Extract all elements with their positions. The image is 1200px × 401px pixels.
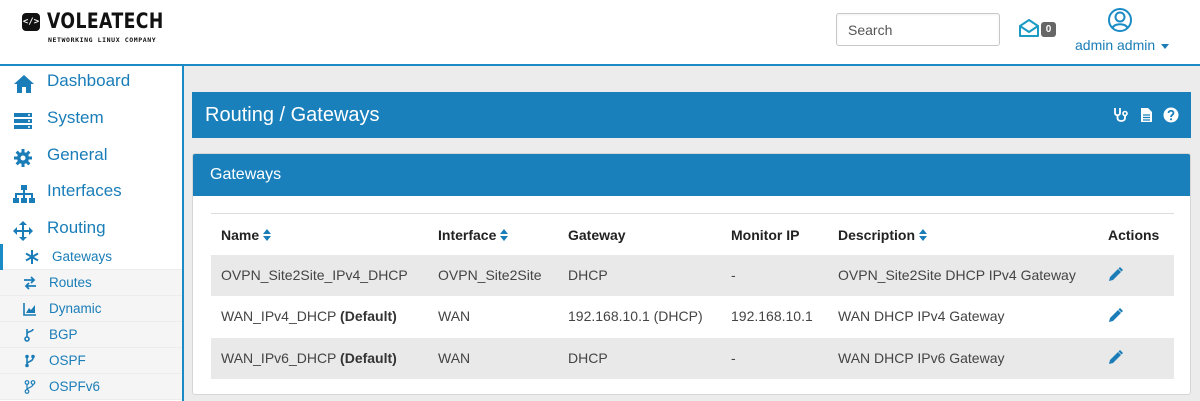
top-bar: </> VOLEATECH NETWORKING LINUX COMPANY 0… bbox=[0, 0, 1200, 66]
default-tag: (Default) bbox=[340, 308, 397, 324]
pencil-icon[interactable] bbox=[1108, 308, 1123, 323]
pencil-icon[interactable] bbox=[1108, 267, 1123, 282]
column-header-actions: Actions bbox=[1108, 227, 1160, 243]
sidebar-subitem-label: Routes bbox=[49, 275, 92, 290]
cell-gateway: 192.168.10.1 (DHCP) bbox=[568, 308, 703, 324]
sidebar-item-label: Interfaces bbox=[47, 181, 122, 200]
home-icon bbox=[14, 75, 34, 93]
user-avatar-icon[interactable] bbox=[1108, 8, 1132, 32]
page-header-actions bbox=[1107, 107, 1179, 123]
sidebar-item-label: Dashboard bbox=[47, 71, 131, 90]
column-header-interface[interactable]: Interface bbox=[438, 227, 509, 243]
asterisk-icon bbox=[25, 250, 39, 264]
sort-icon bbox=[500, 229, 509, 241]
sidebar-item-general[interactable]: General bbox=[0, 140, 182, 176]
cell-interface: WAN bbox=[438, 350, 471, 366]
cell-gateway: DHCP bbox=[568, 267, 608, 283]
sidebar-subitem-ospfv6[interactable]: OSPFv6 bbox=[0, 374, 182, 400]
cell-description: WAN DHCP IPv4 Gateway bbox=[838, 308, 1005, 324]
cell-monitor-ip: - bbox=[731, 267, 736, 283]
search-input[interactable] bbox=[836, 13, 1000, 46]
sidebar-item-system[interactable]: System bbox=[0, 103, 182, 139]
logo-title: VOLEATECH bbox=[47, 9, 164, 33]
sidebar-subitem-routes[interactable]: Routes bbox=[0, 270, 182, 296]
column-header-name[interactable]: Name bbox=[221, 227, 272, 243]
sidebar-subitem-dynamic[interactable]: Dynamic bbox=[0, 296, 182, 322]
cell-name: WAN_IPv4_DHCP (Default) bbox=[221, 308, 397, 324]
sidebar-subitem-gateways[interactable]: Gateways bbox=[0, 244, 182, 270]
column-header-monitor-ip: Monitor IP bbox=[731, 227, 800, 243]
sort-icon bbox=[263, 229, 272, 241]
cell-interface: OVPN_Site2Site bbox=[438, 267, 542, 283]
help-icon[interactable] bbox=[1163, 107, 1179, 123]
pencil-icon[interactable] bbox=[1108, 350, 1123, 365]
logo[interactable]: </> VOLEATECH NETWORKING LINUX COMPANY bbox=[20, 9, 170, 47]
sidebar-subitem-bgp[interactable]: BGP bbox=[0, 322, 182, 348]
sidebar-item-label: General bbox=[47, 145, 108, 164]
cell-interface: WAN bbox=[438, 308, 471, 324]
notification-badge: 0 bbox=[1041, 22, 1056, 37]
cell-description: WAN DHCP IPv6 Gateway bbox=[838, 350, 1005, 366]
envelope-open-icon[interactable] bbox=[1018, 18, 1040, 38]
area-chart-icon bbox=[23, 303, 36, 316]
table-header: Name Interface Gateway Monitor IP Descri… bbox=[211, 214, 1174, 255]
cell-name: OVPN_Site2Site_IPv4_DHCP bbox=[221, 267, 408, 283]
gateways-panel: Gateways Name Interface Gateway Monitor … bbox=[192, 153, 1191, 395]
sidebar-subitem-label: OSPFv6 bbox=[49, 379, 101, 394]
sidebar-item-dashboard[interactable]: Dashboard bbox=[0, 66, 182, 102]
default-tag: (Default) bbox=[340, 350, 397, 366]
page-header: Routing / Gateways bbox=[192, 92, 1191, 138]
sidebar-subitem-label: Dynamic bbox=[49, 301, 102, 316]
sidebar-item-label: System bbox=[47, 108, 104, 127]
panel-title: Gateways bbox=[210, 166, 282, 183]
sidebar-subitem-label: OSPF bbox=[49, 353, 86, 368]
table-row: OVPN_Site2Site_IPv4_DHCP OVPN_Site2Site … bbox=[211, 255, 1174, 296]
column-header-description[interactable]: Description bbox=[838, 227, 928, 243]
stethoscope-icon[interactable] bbox=[1113, 107, 1129, 123]
sidebar: Dashboard System General Interfaces Rout… bbox=[0, 66, 184, 401]
arrows-move-icon bbox=[13, 221, 33, 241]
column-label: Description bbox=[838, 227, 916, 243]
gateways-table: Name Interface Gateway Monitor IP Descri… bbox=[211, 213, 1174, 379]
table-row: WAN_IPv6_DHCP (Default) WAN DHCP - WAN D… bbox=[211, 338, 1174, 379]
bgp-branch-icon bbox=[24, 328, 34, 342]
gateway-name: WAN_IPv4_DHCP bbox=[221, 308, 341, 324]
gateway-name: OVPN_Site2Site_IPv4_DHCP bbox=[221, 267, 408, 283]
column-label: Name bbox=[221, 227, 260, 243]
gateway-name: WAN_IPv6_DHCP bbox=[221, 350, 341, 366]
sidebar-item-label: Routing bbox=[47, 218, 106, 237]
cell-monitor-ip: 192.168.10.1 bbox=[731, 308, 813, 324]
cell-gateway: DHCP bbox=[568, 350, 608, 366]
sidebar-item-interfaces[interactable]: Interfaces bbox=[0, 176, 182, 212]
user-name: admin admin bbox=[1075, 37, 1156, 53]
document-icon[interactable] bbox=[1140, 107, 1153, 123]
sort-icon bbox=[919, 229, 928, 241]
panel-header: Gateways bbox=[193, 154, 1190, 196]
sidebar-subitem-label: Gateways bbox=[52, 249, 113, 264]
cell-name: WAN_IPv6_DHCP (Default) bbox=[221, 350, 397, 366]
sitemap-icon bbox=[13, 185, 35, 203]
code-fork-icon bbox=[25, 354, 35, 368]
cell-monitor-ip: - bbox=[731, 350, 736, 366]
sidebar-subitem-label: BGP bbox=[49, 327, 78, 342]
cell-description: OVPN_Site2Site DHCP IPv4 Gateway bbox=[838, 267, 1076, 283]
logo-subtitle: NETWORKING LINUX COMPANY bbox=[48, 36, 157, 44]
sidebar-subitem-ospf[interactable]: OSPF bbox=[0, 348, 182, 374]
table-row: WAN_IPv4_DHCP (Default) WAN 192.168.10.1… bbox=[211, 296, 1174, 337]
code-logo-icon: </> bbox=[22, 13, 40, 31]
gear-icon bbox=[14, 149, 32, 167]
caret-down-icon bbox=[1161, 43, 1170, 49]
server-icon bbox=[14, 113, 32, 129]
exchange-icon bbox=[24, 276, 36, 290]
column-label: Interface bbox=[438, 227, 497, 243]
column-header-gateway: Gateway bbox=[568, 227, 626, 243]
page-title: Routing / Gateways bbox=[205, 104, 380, 126]
user-menu[interactable]: admin admin bbox=[1075, 37, 1170, 53]
code-fork-outline-icon bbox=[24, 380, 36, 394]
